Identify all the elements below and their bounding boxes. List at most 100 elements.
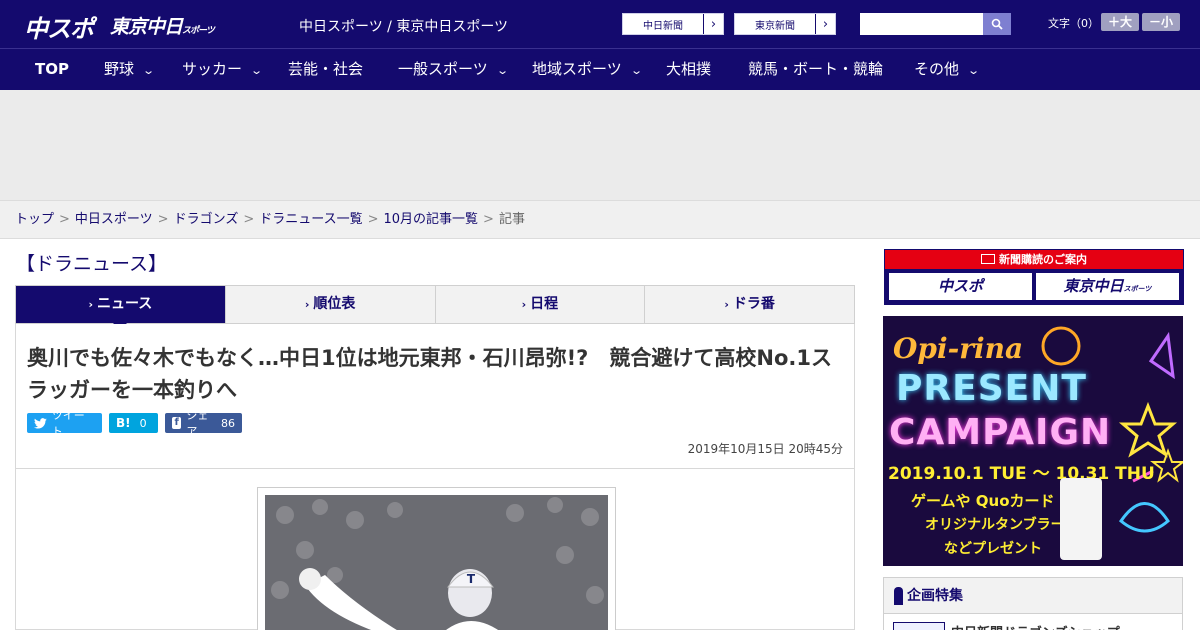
tokyo-shimbun-link[interactable]: 東京新聞 › — [734, 13, 836, 35]
nav-label: 地域スポーツ — [532, 60, 622, 78]
breadcrumb-link-dragons[interactable]: ドラゴンズ — [174, 212, 239, 227]
nav-label: サッカー — [182, 60, 243, 78]
facebook-f-icon: f — [172, 417, 182, 429]
breadcrumb-current: 記事 — [498, 212, 525, 227]
chevron-down-icon: ⌄ — [967, 64, 981, 77]
breadcrumb-separator: > — [367, 212, 379, 227]
chunichi-shimbun-label: 中日新聞 — [643, 20, 683, 32]
nav-item-entertainment[interactable]: 芸能・社会 — [288, 49, 363, 90]
chevron-down-icon: ⌄ — [629, 64, 643, 77]
feature-box: 企画特集 中日新聞ドラゴンズショップ — [883, 577, 1183, 630]
tab-label: ニュース — [96, 296, 153, 312]
nav-item-regional-sports[interactable]: 地域スポーツ ⌄ — [532, 49, 643, 90]
feature-header: 企画特集 — [884, 578, 1182, 614]
feature-item-dragons-shop[interactable]: 中日新聞ドラゴンズショップ — [951, 622, 1120, 630]
nav-item-general-sports[interactable]: 一般スポーツ ⌄ — [398, 49, 509, 90]
tab-dora-ban[interactable]: › ドラ番 — [644, 286, 854, 323]
font-size-up-button[interactable]: ＋大 — [1101, 13, 1139, 31]
ad-banner-area — [0, 90, 1200, 200]
facebook-share-label: シェア — [186, 409, 209, 438]
nav-label: 野球 — [104, 60, 135, 78]
hatena-bookmark-button[interactable]: B! 0 — [109, 413, 158, 433]
nav-item-baseball[interactable]: 野球 ⌄ — [104, 49, 156, 90]
present-campaign-ad[interactable]: Opi-rina PRESENT CAMPAIGN 2019.10.1 TUE … — [883, 316, 1183, 566]
font-size-down-button[interactable]: －小 — [1142, 13, 1180, 31]
campaign-line-present: PRESENT — [896, 368, 1087, 409]
campaign-text-2: オリジナルタンブラー — [925, 517, 1065, 533]
breadcrumb-link-top[interactable]: トップ — [15, 212, 54, 227]
tokyo-logo-sub: スポーツ — [182, 26, 215, 36]
tab-news[interactable]: › ニュース — [16, 286, 225, 330]
chevron-down-icon: ⌄ — [250, 64, 264, 77]
chevron-right-icon: › — [304, 298, 310, 311]
breadcrumb-link-october-list[interactable]: 10月の記事一覧 — [384, 212, 479, 227]
campaign-text-1: ゲームや Quoカード — [911, 492, 1055, 510]
campaign-text-3: などプレゼント — [944, 541, 1042, 557]
newspaper-icon — [981, 254, 995, 264]
chuspo-logo[interactable]: 中スポ — [24, 9, 94, 44]
chevron-right-icon: › — [724, 298, 729, 311]
chevron-down-icon: ⌄ — [495, 64, 509, 77]
breadcrumb-separator: > — [483, 212, 494, 227]
news-tabs: › ニュース › 順位表 › 日程 › ドラ番 — [15, 285, 855, 330]
breadcrumb-separator: > — [243, 212, 255, 227]
chuspo-subscribe-logo[interactable]: 中スポ — [889, 273, 1032, 300]
nav-item-soccer[interactable]: サッカー ⌄ — [182, 49, 264, 90]
nav-item-racing[interactable]: 競馬・ボート・競輪 — [748, 49, 883, 90]
tab-label: ドラ番 — [732, 296, 775, 312]
tokyo-chunichi-subscribe-logo[interactable]: 東京中日スポーツ — [1036, 273, 1179, 300]
chevron-right-icon: › — [88, 298, 93, 311]
hatena-count: 0 — [139, 416, 147, 430]
subscription-title: 新聞購読のご案内 — [999, 253, 1087, 266]
search-input[interactable] — [860, 13, 983, 35]
article-header: 奥川でも佐々木でもなく…中日1位は地元東邦・石川昂弥!? 競合避けて高校No.1… — [15, 324, 855, 469]
subscription-box[interactable]: 新聞購読のご案内 中スポ 東京中日スポーツ — [884, 249, 1184, 305]
top-header: 中スポ 東京中日スポーツ 中日スポーツ / 東京中日スポーツ 中日新聞 › 東京… — [0, 0, 1200, 48]
tab-schedule[interactable]: › 日程 — [434, 286, 645, 323]
chunichi-shimbun-link[interactable]: 中日新聞 › — [622, 13, 724, 35]
tab-label: 順位表 — [313, 296, 356, 312]
facebook-share-button[interactable]: f シェア 86 — [165, 409, 242, 438]
nav-label: TOP — [35, 60, 69, 78]
search-icon — [991, 18, 1003, 30]
tokyo-logo-main: 東京中日 — [110, 16, 183, 38]
nav-item-sumo[interactable]: 大相撲 — [666, 49, 711, 90]
article-photo[interactable]: T — [265, 495, 608, 630]
baseball-player-image: T — [265, 495, 608, 630]
nav-item-other[interactable]: その他 ⌄ — [914, 49, 981, 90]
search-button[interactable] — [983, 13, 1011, 35]
campaign-line-campaign: CAMPAIGN — [889, 412, 1112, 453]
nav-item-top[interactable]: TOP — [35, 49, 69, 90]
tweet-label: ツイート — [51, 409, 85, 438]
facebook-share-count: 86 — [221, 416, 235, 430]
photo-frame: T — [257, 487, 616, 630]
breadcrumb-link-dora-news-list[interactable]: ドラニュース一覧 — [259, 212, 362, 227]
svg-text:T: T — [467, 572, 476, 586]
breadcrumb: トップ > 中日スポーツ > ドラゴンズ > ドラニュース一覧 >10月の記事一覧 > 記事 — [0, 200, 1200, 239]
breadcrumb-separator: > — [157, 212, 169, 227]
main-nav: TOP 野球 ⌄ サッカー ⌄ 芸能・社会 一般スポーツ ⌄ 地域スポーツ ⌄ 大相撲 … — [0, 48, 1200, 90]
tab-standings[interactable]: › 順位表 — [224, 286, 435, 323]
tweet-button[interactable]: ツイート — [27, 409, 102, 438]
breadcrumb-link-chunichi-sports[interactable]: 中日スポーツ — [75, 212, 153, 227]
font-size-label: 文字（0） — [1048, 17, 1099, 30]
nav-label: 競馬・ボート・競輪 — [748, 60, 884, 78]
section-title: 【ドラニュース】 — [16, 253, 168, 275]
campaign-brand: Opi-rina — [893, 332, 1024, 365]
chevron-right-icon: › — [815, 14, 835, 34]
nav-label: 大相撲 — [666, 60, 712, 78]
share-buttons: ツイート B! 0 f シェア 86 — [27, 409, 242, 438]
tumbler-image — [1060, 478, 1102, 560]
subscription-logos: 中スポ 東京中日スポーツ — [885, 269, 1183, 304]
nav-label: 一般スポーツ — [398, 60, 488, 78]
site-title[interactable]: 中日スポーツ / 東京中日スポーツ — [299, 16, 508, 36]
nav-label: 芸能・社会 — [288, 60, 364, 78]
subscription-header: 新聞購読のご案内 — [885, 250, 1183, 269]
chevron-down-icon: ⌄ — [142, 64, 156, 77]
nav-label: その他 — [914, 60, 960, 78]
dragons-shop-thumbnail[interactable] — [893, 622, 945, 630]
tokyo-chunichi-logo[interactable]: 東京中日スポーツ — [110, 12, 215, 39]
article-photo-area: T — [15, 469, 855, 630]
chevron-right-icon: › — [703, 14, 723, 34]
tokyo-shimbun-label: 東京新聞 — [755, 20, 795, 32]
